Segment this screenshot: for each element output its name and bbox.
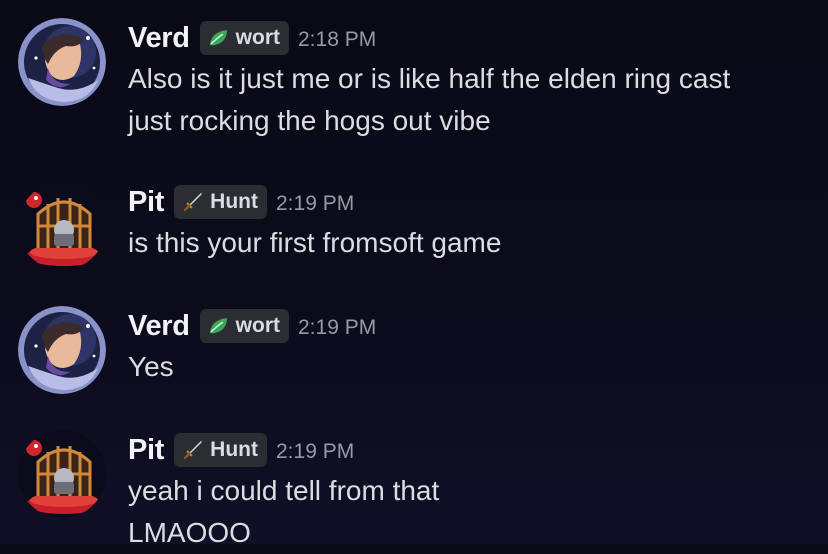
message-text-line: is this your first fromsoft game (128, 227, 502, 258)
username[interactable]: Pit (128, 434, 164, 467)
message-content: Verd wort 2:18 PM Also is it just me or … (128, 18, 818, 142)
username[interactable]: Verd (128, 22, 190, 55)
message-content: Verd wort 2:19 PM Yes (128, 306, 818, 388)
avatar[interactable] (18, 430, 106, 518)
server-tag-label: Hunt (210, 438, 258, 461)
leaf-icon (207, 26, 231, 50)
sword-icon (181, 190, 205, 214)
server-tag[interactable]: Hunt (174, 185, 267, 219)
message-text-line: Also is it just me or is like half the e… (128, 63, 731, 94)
message-text-line: Yes (128, 351, 174, 382)
server-tag-label: wort (235, 314, 280, 337)
username[interactable]: Verd (128, 310, 190, 343)
message-content: Pit Hunt 2:19 PM yeah i could tell from … (128, 430, 818, 554)
leaf-icon (207, 314, 231, 338)
message-header: Verd wort 2:19 PM (128, 306, 818, 346)
timestamp[interactable]: 2:18 PM (298, 28, 376, 52)
message-text-line: LMAOOO (128, 517, 251, 548)
message-header: Pit Hunt 2:19 PM (128, 430, 818, 470)
timestamp[interactable]: 2:19 PM (276, 192, 354, 216)
server-tag[interactable]: Hunt (174, 433, 267, 467)
message-text-line: just rocking the hogs out vibe (128, 105, 491, 136)
timestamp[interactable]: 2:19 PM (298, 316, 376, 340)
server-tag-label: Hunt (210, 190, 258, 213)
timestamp[interactable]: 2:19 PM (276, 440, 354, 464)
message-header: Verd wort 2:18 PM (128, 18, 818, 58)
server-tag[interactable]: wort (199, 21, 289, 55)
server-tag-label: wort (235, 26, 280, 49)
message-text-line: yeah i could tell from that (128, 475, 440, 506)
avatar[interactable] (18, 18, 106, 106)
avatar[interactable] (18, 182, 106, 270)
sword-icon (181, 438, 205, 462)
message-content: Pit Hunt 2:19 PM is this your first from… (128, 182, 818, 264)
chat-message-list: Verd wort 2:18 PM Also is it just me or … (0, 0, 828, 548)
avatar[interactable] (18, 306, 106, 394)
username[interactable]: Pit (128, 186, 164, 219)
server-tag[interactable]: wort (199, 309, 289, 343)
message-header: Pit Hunt 2:19 PM (128, 182, 818, 222)
